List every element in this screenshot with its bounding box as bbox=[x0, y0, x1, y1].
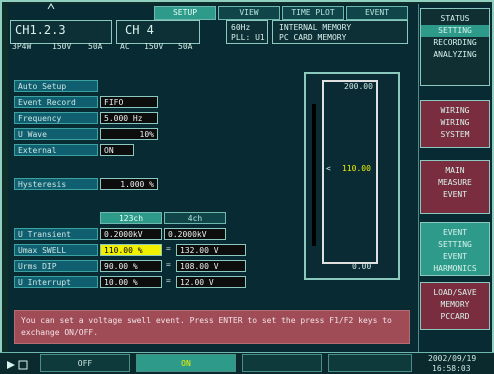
event-panel-btn[interactable]: EVENT SETTING EVENT HARMONICS bbox=[420, 222, 490, 276]
ch123-range-1: 3P4W bbox=[12, 42, 32, 51]
meter-bottom-value: 0.00 bbox=[352, 262, 372, 271]
u-wave-value[interactable]: 10% bbox=[100, 128, 158, 140]
tab-setup[interactable]: SETUP bbox=[154, 6, 216, 20]
footer-time: 16:58:03 bbox=[432, 364, 471, 373]
event-item-event[interactable]: EVENT bbox=[421, 251, 489, 263]
main-header: MAIN bbox=[445, 166, 465, 175]
meter-mid-value: 110.00 bbox=[342, 164, 371, 173]
threshold-col-header-1: 123ch bbox=[100, 212, 162, 224]
card-icon bbox=[18, 360, 28, 370]
meter-mid-arrow-icon: < bbox=[326, 164, 331, 173]
channel-123-box: CH1.2.3 bbox=[10, 20, 112, 44]
antenna-icon bbox=[46, 2, 56, 10]
ch123-range-3: 50A bbox=[88, 42, 103, 51]
status-panel[interactable]: STATUS SETTING RECORDING ANALYZING bbox=[420, 8, 490, 86]
equals-sign: = bbox=[166, 244, 171, 253]
channel-4-box: CH 4 bbox=[116, 20, 200, 44]
equals-sign: = bbox=[166, 260, 171, 269]
meter-scale-bar bbox=[312, 104, 316, 246]
main-panel-btn[interactable]: MAIN MEASURE EVENT bbox=[420, 160, 490, 214]
footer-date: 2002/09/19 bbox=[428, 354, 477, 363]
soft-key-empty-2[interactable] bbox=[328, 354, 412, 372]
frequency-box: 60Hz PLL: U1 bbox=[226, 20, 268, 44]
load-save-item-pccard[interactable]: PCCARD bbox=[421, 311, 489, 323]
meter-top-value: 200.00 bbox=[344, 82, 373, 91]
tab-event[interactable]: EVENT bbox=[346, 6, 408, 20]
threshold-row-value-1-selected[interactable]: 110.00 % bbox=[100, 244, 162, 256]
status-header: STATUS bbox=[440, 14, 470, 23]
tab-time-plot[interactable]: TIME PLOT bbox=[282, 6, 344, 20]
frequency-label: Frequency bbox=[14, 112, 98, 124]
frequency-setting-value[interactable]: 5.000 Hz bbox=[100, 112, 158, 124]
event-item-setting[interactable]: SETTING bbox=[421, 239, 489, 251]
main-item-measure[interactable]: MEASURE bbox=[421, 177, 489, 189]
wiring-panel[interactable]: WIRING WIRING SYSTEM bbox=[420, 100, 490, 148]
status-item-analyzing[interactable]: ANALYZING bbox=[421, 49, 489, 61]
status-item-setting[interactable]: SETTING bbox=[421, 25, 489, 37]
soft-key-empty-1[interactable] bbox=[242, 354, 322, 372]
help-message: You can set a voltage swell event. Press… bbox=[14, 310, 410, 344]
soft-key-off[interactable]: OFF bbox=[40, 354, 130, 372]
load-save-header: LOAD/SAVE bbox=[433, 288, 477, 297]
event-record-value[interactable]: FIFO bbox=[100, 96, 158, 108]
wiring-item-wiring[interactable]: WIRING bbox=[421, 117, 489, 129]
status-item-recording[interactable]: RECORDING bbox=[421, 37, 489, 49]
ch4-range-3: 50A bbox=[178, 42, 193, 51]
threshold-row-label: U Interrupt bbox=[14, 276, 98, 288]
header-tabs: SETUP VIEW TIME PLOT EVENT bbox=[154, 6, 408, 20]
event-record-label: Event Record bbox=[14, 96, 98, 108]
event-header: EVENT bbox=[442, 228, 468, 237]
channel-123-title: CH1.2.3 bbox=[15, 23, 66, 37]
external-value[interactable]: ON bbox=[100, 144, 134, 156]
u-wave-label: U Wave bbox=[14, 128, 98, 140]
ch4-range-2: 150V bbox=[144, 42, 164, 51]
main-item-event[interactable]: EVENT bbox=[421, 189, 489, 201]
threshold-row-value-2[interactable]: 0.2000kV bbox=[164, 228, 226, 240]
auto-setup-button[interactable]: Auto Setup bbox=[14, 80, 98, 92]
wiring-header: WIRING bbox=[440, 106, 470, 115]
frequency-value: 60Hz bbox=[231, 23, 251, 32]
memory-pc-label: PC CARD MEMORY bbox=[279, 33, 347, 42]
threshold-col-header-2: 4ch bbox=[164, 212, 226, 224]
ch4-range-1: AC bbox=[120, 42, 130, 51]
load-save-panel-btn[interactable]: LOAD/SAVE MEMORY PCCARD bbox=[420, 282, 490, 330]
equals-sign: = bbox=[166, 276, 171, 285]
threshold-row-label: U Transient bbox=[14, 228, 98, 240]
threshold-row-label: Umax SWELL bbox=[14, 244, 98, 256]
threshold-row-value-1[interactable]: 90.00 % bbox=[100, 260, 162, 272]
threshold-row-value-2[interactable]: 132.00 V bbox=[176, 244, 246, 256]
wiring-item-system[interactable]: SYSTEM bbox=[421, 129, 489, 141]
memory-box: INTERNAL MEMORY PC CARD MEMORY bbox=[272, 20, 408, 44]
memory-internal-label: INTERNAL MEMORY bbox=[279, 23, 352, 32]
ch123-range-2: 150V bbox=[52, 42, 72, 51]
load-save-item-memory[interactable]: MEMORY bbox=[421, 299, 489, 311]
hysteresis-value[interactable]: 1.000 % bbox=[100, 178, 158, 190]
hysteresis-label: Hysteresis bbox=[14, 178, 98, 190]
threshold-row-label: Urms DIP bbox=[14, 260, 98, 272]
soft-key-on[interactable]: ON bbox=[136, 354, 236, 372]
play-icon bbox=[6, 360, 16, 370]
tab-view[interactable]: VIEW bbox=[218, 6, 280, 20]
threshold-row-value-1[interactable]: 10.00 % bbox=[100, 276, 162, 288]
threshold-row-value-1[interactable]: 0.2000kV bbox=[100, 228, 162, 240]
channel-4-title: CH 4 bbox=[125, 23, 154, 37]
threshold-row-value-2[interactable]: 108.00 V bbox=[176, 260, 246, 272]
external-label: External bbox=[14, 144, 98, 156]
pll-value: PLL: U1 bbox=[231, 33, 265, 42]
threshold-row-value-2[interactable]: 12.00 V bbox=[176, 276, 246, 288]
event-item-harmonics[interactable]: HARMONICS bbox=[421, 263, 489, 275]
